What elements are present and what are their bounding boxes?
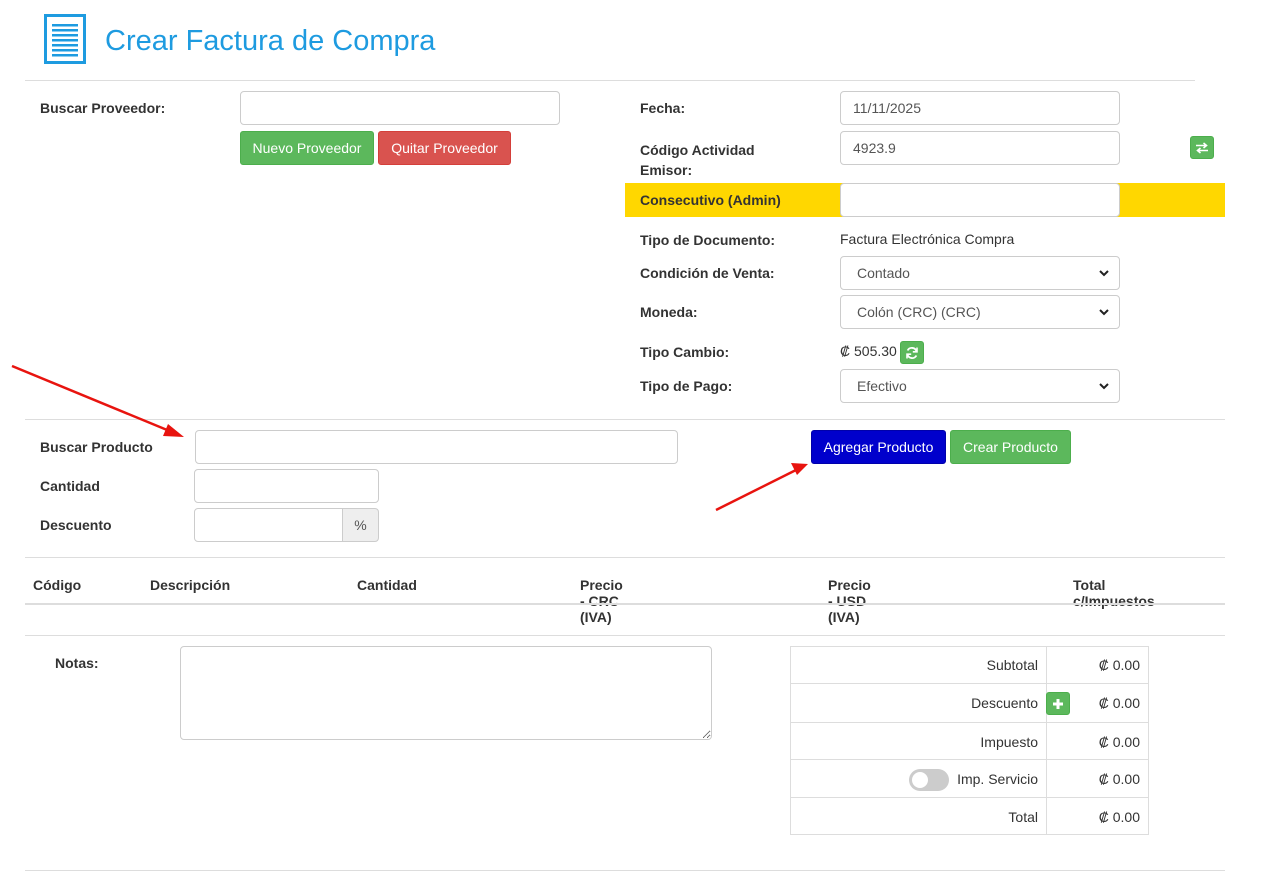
totals-row-subtotal: Subtotal ₡ 0.00 [790,646,1149,683]
tipo-pago-selected: Efectivo [857,378,907,394]
fecha-label: Fecha: [640,100,686,116]
add-discount-button[interactable] [1046,692,1070,715]
supplier-search-input[interactable] [240,91,560,125]
list-document-icon [44,14,86,64]
plus-icon [1053,698,1063,709]
impuesto-value: ₡ 0.00 [1098,734,1140,750]
product-search-input[interactable] [195,430,678,464]
subtotal-label: Subtotal [986,657,1038,673]
remove-supplier-button[interactable]: Quitar Proveedor [378,131,511,165]
tipo-documento-label: Tipo de Documento: [640,232,776,248]
table-header-underline [25,603,1225,605]
totals-row-total: Total ₡ 0.00 [790,797,1149,835]
service-tax-toggle[interactable] [909,769,949,791]
cantidad-input[interactable] [194,469,379,503]
servicio-label: Imp. Servicio [957,771,1038,787]
consecutivo-input[interactable] [840,183,1120,217]
tipo-documento-value: Factura Electrónica Compra [840,231,1015,247]
tipo-pago-select[interactable]: Efectivo [840,369,1120,403]
swap-activity-button[interactable] [1190,136,1214,159]
totals-row-servicio: Imp. Servicio ₡ 0.00 [790,759,1149,798]
col-header-descripcion: Descripción [150,577,231,593]
notes-textarea[interactable] [180,646,712,740]
section-divider [25,419,1225,420]
fecha-input[interactable] [840,91,1120,125]
descuento-label: Descuento [40,517,112,533]
notes-label: Notas: [55,655,99,671]
new-supplier-button[interactable]: Nuevo Proveedor [240,131,374,165]
moneda-selected: Colón (CRC) (CRC) [857,304,981,320]
percent-addon: % [342,508,379,542]
notes-divider [25,635,1225,636]
chevron-down-icon [1099,309,1109,316]
refresh-exchange-button[interactable] [900,341,924,364]
actividad-label-line1: Código Actividad [640,142,755,158]
subtotal-value: ₡ 0.00 [1098,657,1140,673]
condicion-venta-label: Condición de Venta: [640,265,775,281]
table-top-divider [25,557,1225,558]
col-header-cantidad: Cantidad [357,577,417,593]
chevron-down-icon [1099,383,1109,390]
create-product-button[interactable]: Crear Producto [950,430,1071,464]
page-header: Crear Factura de Compra [0,0,1278,80]
descuento-total-value: ₡ 0.00 [1098,695,1140,711]
actividad-input[interactable] [840,131,1120,165]
total-value: ₡ 0.00 [1098,809,1140,825]
actividad-label-line2: Emisor: [640,162,693,178]
tipo-pago-label: Tipo de Pago: [640,378,733,394]
tipo-cambio-value: ₡ 505.30 [840,343,897,359]
cantidad-label: Cantidad [40,478,100,494]
condicion-venta-selected: Contado [857,265,910,281]
tipo-cambio-label: Tipo Cambio: [640,344,730,360]
col-header-precio-crc: Precio - CRC (IVA) [580,577,623,625]
impuesto-label: Impuesto [980,734,1038,750]
consecutivo-label: Consecutivo (Admin) [640,192,781,208]
header-divider [25,80,1195,81]
condicion-venta-select[interactable]: Contado [840,256,1120,290]
totals-row-impuesto: Impuesto ₡ 0.00 [790,722,1149,760]
arrow-to-add-product [715,463,808,512]
toggle-knob [912,772,928,788]
col-header-codigo: Código [33,577,82,593]
chevron-down-icon [1099,270,1109,277]
add-product-button[interactable]: Agregar Producto [811,430,946,464]
descuento-total-label: Descuento [971,695,1038,711]
moneda-select[interactable]: Colón (CRC) (CRC) [840,295,1120,329]
moneda-label: Moneda: [640,304,698,320]
servicio-value: ₡ 0.00 [1098,771,1140,787]
descuento-input[interactable] [194,508,343,542]
col-header-precio-usd: Precio - USD (IVA) [828,577,871,625]
product-search-label: Buscar Producto [40,439,153,455]
footer-divider [25,870,1225,871]
supplier-search-label: Buscar Proveedor: [40,100,166,116]
swap-arrows-icon [1196,141,1208,154]
total-label: Total [1008,809,1038,825]
arrow-to-product-search [11,364,184,437]
refresh-icon [906,346,918,359]
page-title: Crear Factura de Compra [105,25,436,57]
actividad-label: Código Actividad Emisor: [640,140,755,180]
totals-row-descuento: Descuento ₡ 0.00 [790,683,1149,722]
